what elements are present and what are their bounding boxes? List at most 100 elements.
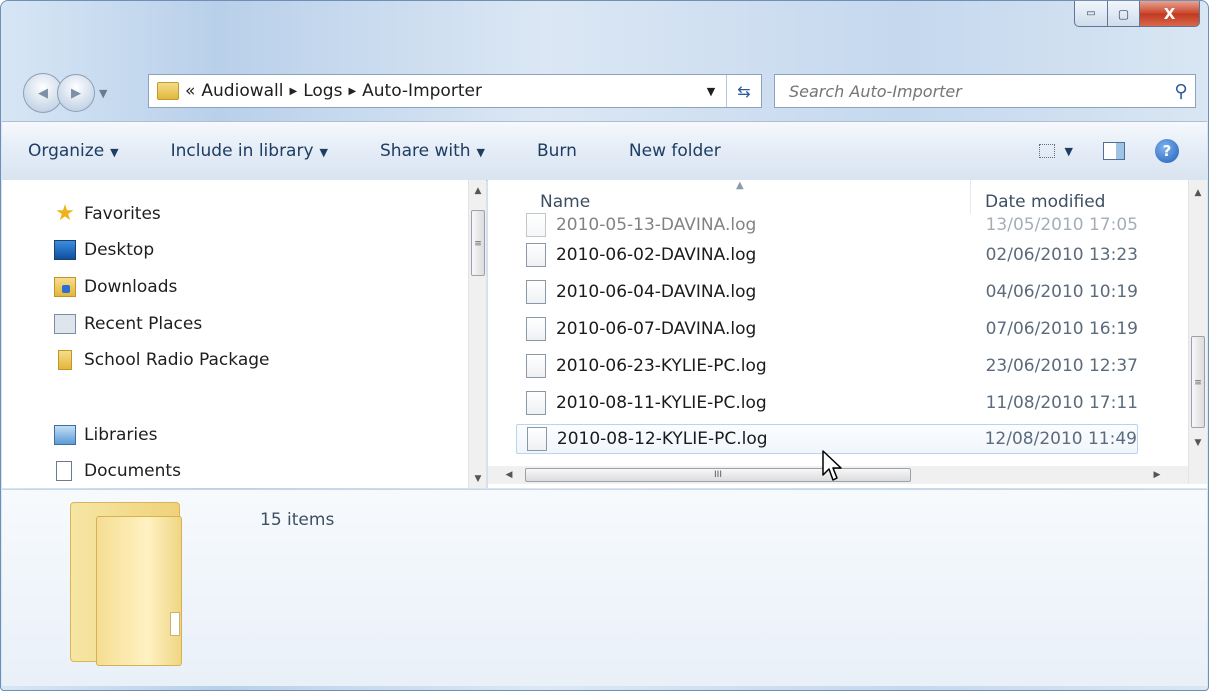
item-count: 15 items	[260, 510, 335, 530]
new-folder-button[interactable]: New folder	[603, 141, 747, 161]
sidebar-item-label: Documents	[84, 461, 181, 481]
documents-icon	[56, 461, 72, 481]
sidebar-item-label: School Radio Package	[84, 350, 270, 370]
log-file-icon	[526, 317, 546, 341]
sidebar-item-label: Favorites	[84, 204, 161, 224]
sidebar-scroll-thumb[interactable]: ≡	[471, 210, 485, 276]
recent-pages-button[interactable]: ▼	[99, 87, 107, 100]
list-item[interactable]: 2010-06-02-DAVINA.log 02/06/2010 13:23	[516, 240, 1138, 270]
file-list-scrollbar[interactable]: ▲ ≡ ▼	[1188, 180, 1207, 484]
sidebar-item-desktop[interactable]: Desktop	[54, 235, 154, 265]
chevron-down-icon: ▼	[1064, 144, 1073, 158]
list-item[interactable]: 2010-05-13-DAVINA.log 13/05/2010 17:05	[516, 210, 1138, 240]
help-icon[interactable]: ?	[1155, 139, 1179, 163]
desktop-icon	[54, 240, 76, 260]
breadcrumb: « Audiowall ▶ Logs ▶ Auto-Importer	[185, 81, 696, 101]
sidebar-item-documents[interactable]: Documents	[54, 456, 181, 486]
scroll-left-icon[interactable]: ◀	[500, 466, 518, 484]
forward-button[interactable]: ▶	[57, 74, 95, 112]
share-with-button[interactable]: Share with ▼	[354, 141, 511, 161]
sidebar-item-label: Recent Places	[84, 314, 203, 334]
maximize-icon: ▢	[1117, 6, 1130, 21]
command-bar: Organize ▼ Include in library ▼ Share with…	[2, 121, 1207, 181]
file-date: 12/08/2010 11:49	[984, 429, 1137, 449]
downloads-icon	[54, 277, 76, 297]
sidebar-item-downloads[interactable]: Downloads	[54, 272, 177, 302]
list-item[interactable]: 2010-06-23-KYLIE-PC.log 23/06/2010 12:37	[516, 351, 1138, 381]
horizontal-scroll-thumb[interactable]: III	[525, 468, 911, 482]
chevron-down-icon: ▼	[476, 146, 485, 159]
share-label: Share with	[380, 141, 471, 161]
file-date: 04/06/2010 10:19	[985, 282, 1138, 302]
list-item[interactable]: 2010-08-11-KYLIE-PC.log 11/08/2010 17:11	[516, 388, 1138, 418]
sidebar-item-favorites[interactable]: ★ Favorites	[54, 199, 161, 229]
sort-ascending-icon: ▲	[736, 180, 744, 191]
folder-icon	[58, 350, 72, 370]
file-name: 2010-06-23-KYLIE-PC.log	[555, 356, 767, 376]
organize-label: Organize	[28, 141, 105, 161]
file-list-scroll-thumb[interactable]: ≡	[1191, 336, 1205, 428]
file-name: 2010-08-12-KYLIE-PC.log	[556, 429, 768, 449]
breadcrumb-overflow[interactable]: «	[185, 81, 195, 101]
sidebar-scrollbar[interactable]: ▲ ≡ ▼	[468, 180, 486, 488]
scroll-right-icon[interactable]: ▶	[1148, 466, 1166, 484]
view-icon	[1038, 144, 1055, 158]
file-date: 23/06/2010 12:37	[985, 356, 1138, 376]
refresh-icon: ⇆	[737, 81, 751, 101]
search-icon[interactable]: ⚲	[1167, 81, 1195, 102]
breadcrumb-audiowall[interactable]: Audiowall	[201, 81, 283, 101]
sidebar-item-libraries[interactable]: Libraries	[54, 420, 157, 450]
file-name: 2010-06-04-DAVINA.log	[555, 282, 757, 302]
scroll-down-icon[interactable]: ▼	[469, 470, 486, 488]
breadcrumb-separator-icon[interactable]: ▶	[290, 86, 298, 97]
log-file-icon	[526, 354, 546, 378]
include-in-library-button[interactable]: Include in library ▼	[145, 141, 354, 161]
list-item[interactable]: 2010-06-07-DAVINA.log 07/06/2010 16:19	[516, 314, 1138, 344]
file-name: 2010-06-07-DAVINA.log	[555, 319, 757, 339]
refresh-button[interactable]: ⇆	[726, 75, 761, 107]
preview-pane-icon[interactable]	[1103, 142, 1125, 160]
mouse-cursor-icon	[822, 450, 842, 481]
log-file-icon	[526, 243, 546, 267]
folder-icon	[70, 502, 186, 667]
breadcrumb-logs[interactable]: Logs	[303, 81, 342, 101]
list-item[interactable]: 2010-06-04-DAVINA.log 04/06/2010 10:19	[516, 277, 1138, 307]
column-header-name[interactable]: Name	[540, 192, 590, 212]
sidebar-item-school-radio-package[interactable]: School Radio Package	[54, 345, 269, 375]
folder-tab	[170, 612, 180, 636]
star-icon: ★	[55, 201, 75, 226]
scroll-up-icon[interactable]: ▲	[1189, 184, 1207, 202]
log-file-icon	[527, 427, 547, 451]
search-input[interactable]	[787, 75, 1167, 107]
recent-places-icon	[54, 314, 76, 334]
sidebar-item-label: Desktop	[84, 240, 155, 260]
close-button[interactable]: X	[1140, 1, 1200, 27]
scroll-up-icon[interactable]: ▲	[469, 182, 486, 200]
file-date: 11/08/2010 17:11	[985, 393, 1138, 413]
change-view-button[interactable]: ▼	[1038, 144, 1073, 158]
address-bar[interactable]: « Audiowall ▶ Logs ▶ Auto-Importer ▼ ⇆	[148, 74, 762, 108]
navigation-buttons: ◀ ▶ ▼	[23, 73, 107, 113]
burn-button[interactable]: Burn	[511, 141, 603, 161]
maximize-button[interactable]: ▢	[1108, 1, 1140, 27]
file-list-pane: ▲ Name Date modified 2010-05-13-DAVINA.l…	[487, 180, 1207, 488]
sidebar-item-label: Downloads	[84, 277, 178, 297]
breadcrumb-auto-importer[interactable]: Auto-Importer	[362, 81, 482, 101]
file-date: 02/06/2010 13:23	[985, 245, 1138, 265]
log-file-icon	[526, 280, 546, 304]
minimize-button[interactable]: ▭	[1074, 1, 1108, 27]
address-dropdown-icon[interactable]: ▼	[696, 85, 726, 98]
close-icon: X	[1163, 4, 1176, 23]
column-header-date-modified[interactable]: Date modified	[970, 180, 1170, 214]
organize-button[interactable]: Organize ▼	[2, 141, 145, 161]
forward-arrow-icon: ▶	[71, 85, 81, 101]
navigation-pane: ★ Favorites Desktop Downloads Recent Pla…	[2, 180, 486, 488]
include-label: Include in library	[170, 141, 314, 161]
file-name: 2010-06-02-DAVINA.log	[555, 245, 757, 265]
breadcrumb-separator-icon[interactable]: ▶	[348, 86, 356, 97]
chevron-down-icon: ▼	[319, 146, 328, 159]
scroll-down-icon[interactable]: ▼	[1189, 434, 1207, 452]
folder-icon	[157, 82, 179, 100]
sidebar-item-recent-places[interactable]: Recent Places	[54, 309, 202, 339]
caption-buttons: ▭ ▢ X	[1074, 1, 1200, 28]
